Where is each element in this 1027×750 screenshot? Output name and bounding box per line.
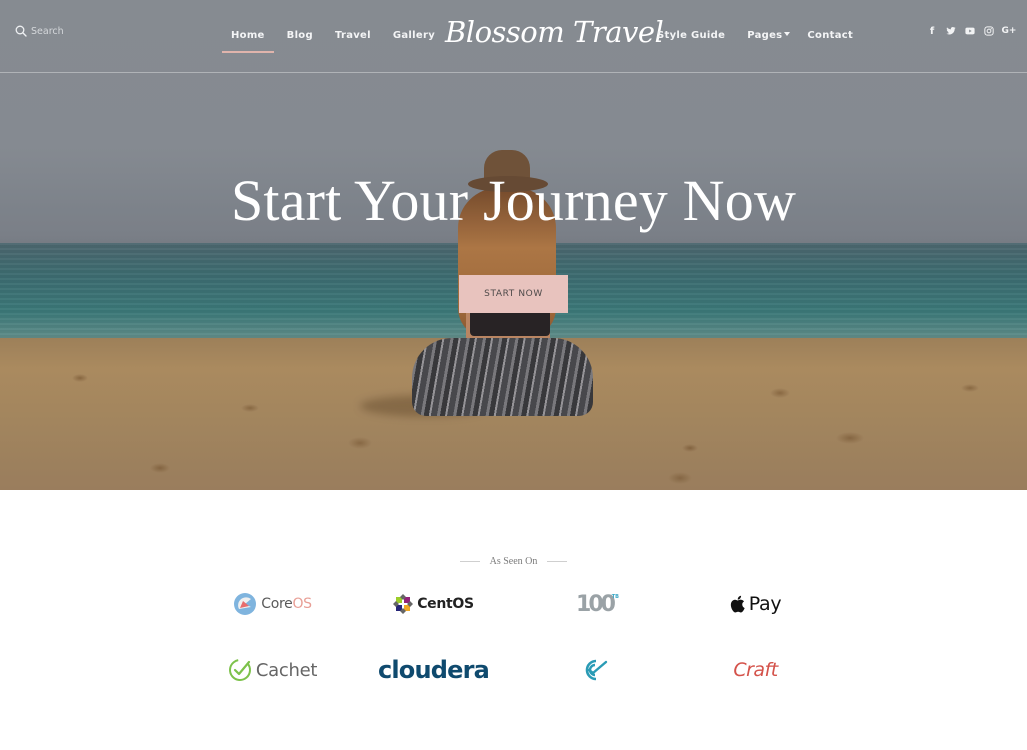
nav-pages[interactable]: Pages — [738, 30, 794, 43]
youtube-icon[interactable] — [964, 24, 976, 38]
hero-section: Start Your Journey Now START NOW — [0, 0, 1027, 490]
logo-100tb[interactable]: 100 TB — [514, 586, 675, 622]
start-now-button[interactable]: START NOW — [459, 275, 568, 313]
centos-icon — [393, 594, 414, 614]
divider — [547, 561, 568, 562]
nav-contact[interactable]: Contact — [798, 30, 862, 43]
twitter-icon[interactable] — [945, 24, 957, 38]
divider — [459, 561, 480, 562]
logo-cachet[interactable]: Cachet — [192, 652, 353, 688]
nav-home[interactable]: Home — [222, 30, 274, 53]
nav-travel[interactable]: Travel — [326, 30, 380, 43]
coreos-icon — [234, 593, 257, 615]
hero-title: Start Your Journey Now — [230, 168, 797, 233]
site-header: Home Blog Travel Gallery Blossom Travel … — [0, 0, 1027, 73]
nav-style-guide[interactable]: Style Guide — [648, 30, 734, 43]
as-seen-on-label: As Seen On — [489, 556, 538, 567]
nav-blog[interactable]: Blog — [278, 30, 322, 43]
primary-nav-left: Home Blog Travel Gallery — [222, 0, 448, 73]
search-input[interactable] — [31, 25, 121, 37]
google-plus-icon[interactable]: G+ — [1002, 24, 1017, 38]
instagram-icon[interactable] — [983, 24, 995, 38]
social-links: f G+ — [926, 24, 1017, 38]
site-logo-text: Blossom Travel — [445, 15, 664, 49]
apple-icon — [730, 595, 745, 613]
as-seen-on-heading: As Seen On — [0, 556, 1027, 567]
facebook-icon[interactable]: f — [926, 24, 938, 38]
cachet-check-icon — [228, 659, 251, 681]
logo-centos[interactable]: CentOS — [353, 586, 514, 622]
site-logo[interactable]: Blossom Travel — [445, 10, 664, 54]
logo-check-c[interactable] — [514, 652, 675, 688]
c-check-icon — [585, 659, 607, 681]
search-box[interactable] — [15, 25, 121, 37]
search-icon — [15, 25, 27, 37]
nav-pages-label: Pages — [747, 30, 783, 41]
nav-gallery[interactable]: Gallery — [384, 30, 444, 43]
caret-down-icon — [784, 32, 791, 36]
logo-coreos[interactable]: CoreOS — [192, 586, 353, 622]
primary-nav-right: Style Guide Pages Contact — [648, 0, 866, 73]
logo-cloudera[interactable]: cloudera — [353, 652, 514, 688]
logo-craft[interactable]: Craft — [675, 652, 836, 688]
partner-logos: CoreOS CentOS 100 TB Pay Cachet cloudera … — [192, 586, 836, 688]
logo-apple-pay[interactable]: Pay — [675, 586, 836, 622]
